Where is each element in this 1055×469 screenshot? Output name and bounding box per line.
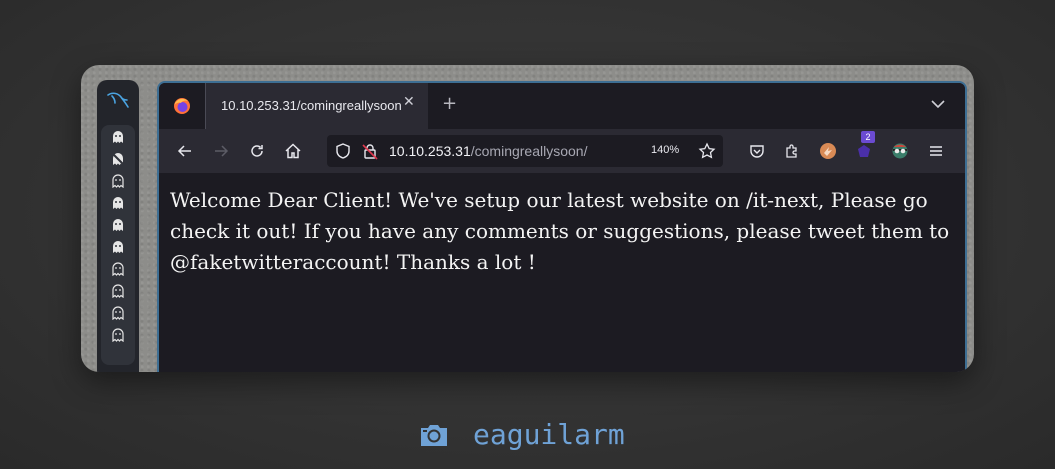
- extension-purple-icon[interactable]: [854, 141, 874, 161]
- workspace-list: [101, 125, 135, 365]
- workspace-1-ghost-icon[interactable]: [111, 130, 125, 144]
- home-icon[interactable]: [283, 141, 303, 161]
- workspace-9-ghost-icon[interactable]: [111, 306, 125, 320]
- back-arrow-icon[interactable]: [175, 141, 195, 161]
- extension-badge: 2: [861, 131, 875, 143]
- extension-spy-glasses-icon[interactable]: [890, 141, 910, 161]
- workspace-3-ghost-icon[interactable]: [111, 174, 125, 188]
- tab-bar: 10.10.253.31/comingreallysoon/ ✕ +: [159, 83, 965, 129]
- workspace-7-ghost-icon[interactable]: [111, 262, 125, 276]
- camera-icon: [421, 425, 447, 446]
- extension-orange-circle-icon[interactable]: [818, 141, 838, 161]
- workspace-4-ghost-icon[interactable]: [111, 196, 125, 210]
- forward-arrow-icon[interactable]: [211, 141, 231, 161]
- workspace-6-ghost-icon[interactable]: [111, 240, 125, 254]
- navigation-toolbar: 10.10.253.31/comingreallysoon/ 140% 2: [159, 129, 965, 173]
- list-all-tabs-chevron-icon[interactable]: [931, 99, 945, 109]
- workspace-8-ghost-icon[interactable]: [111, 284, 125, 298]
- new-tab-button[interactable]: +: [442, 93, 457, 114]
- firefox-logo-icon[interactable]: [173, 97, 191, 115]
- tracking-protection-shield-icon[interactable]: [333, 141, 353, 161]
- kali-dragon-icon[interactable]: [106, 90, 130, 110]
- reload-icon[interactable]: [247, 141, 267, 161]
- pocket-icon[interactable]: [747, 141, 767, 161]
- screenshot-frame: 10.10.253.31/comingreallysoon/ ✕ + 10.10…: [81, 65, 974, 372]
- author-name: eaguilarm: [473, 418, 625, 451]
- tab-close-icon[interactable]: ✕: [403, 94, 415, 110]
- url-host: 10.10.253.31: [389, 143, 471, 159]
- insecure-lock-icon[interactable]: [360, 141, 380, 161]
- workspace-10-ghost-icon[interactable]: [111, 328, 125, 342]
- app-menu-hamburger-icon[interactable]: [926, 141, 946, 161]
- browser-window: 10.10.253.31/comingreallysoon/ ✕ + 10.10…: [157, 81, 967, 372]
- zoom-level-button[interactable]: 140%: [651, 144, 679, 156]
- welcome-message: Welcome Dear Client! We've setup our lat…: [170, 188, 950, 274]
- tab-title: 10.10.253.31/comingreallysoon/: [221, 98, 401, 113]
- url-path: /comingreallysoon/: [470, 143, 588, 159]
- page-content: Welcome Dear Client! We've setup our lat…: [159, 173, 965, 372]
- workspace-dock: [97, 80, 139, 372]
- extensions-puzzle-icon[interactable]: [782, 141, 802, 161]
- tab-active[interactable]: 10.10.253.31/comingreallysoon/ ✕: [205, 83, 428, 129]
- bookmark-star-icon[interactable]: [697, 141, 717, 161]
- url-bar[interactable]: 10.10.253.31/comingreallysoon/ 140%: [327, 135, 723, 167]
- workspace-2-ghost-icon[interactable]: [111, 152, 125, 166]
- workspace-5-ghost-icon[interactable]: [111, 218, 125, 232]
- url-text: 10.10.253.31/comingreallysoon/: [389, 143, 587, 159]
